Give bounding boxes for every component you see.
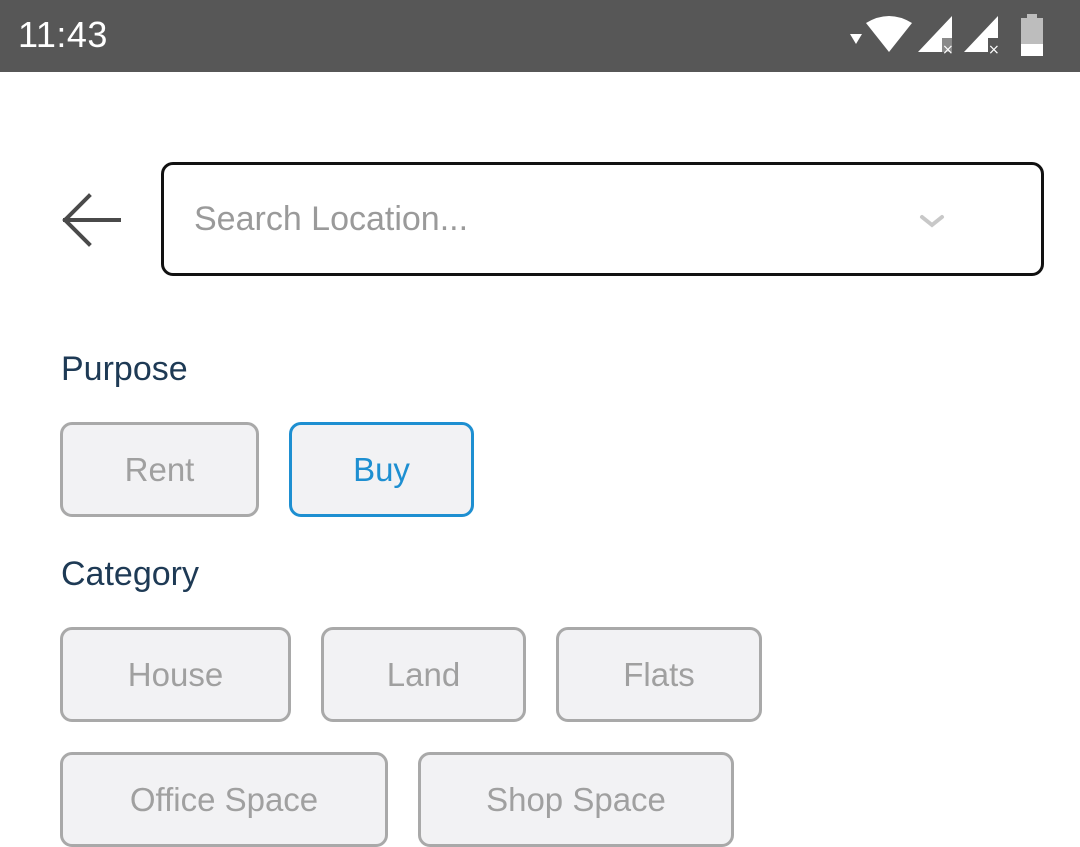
chip-label: Land [386, 655, 461, 693]
chip-label: Office Space [129, 780, 319, 818]
back-button[interactable] [52, 180, 132, 260]
battery-icon [1021, 14, 1043, 56]
signal-icon: × [918, 16, 954, 54]
chip-label: House [127, 655, 224, 693]
chip-label: Rent [124, 450, 195, 488]
purpose-heading: Purpose [61, 350, 188, 388]
search-location-box[interactable] [161, 162, 1044, 276]
status-bar: 11:43 × × [0, 0, 1080, 72]
signal-icon: × [964, 16, 1000, 54]
category-option-flats[interactable]: Flats [556, 627, 762, 722]
purpose-option-rent[interactable]: Rent [60, 422, 259, 517]
arrow-left-icon [62, 193, 121, 247]
category-option-shop-space[interactable]: Shop Space [418, 752, 734, 847]
chip-label: Buy [353, 450, 410, 488]
category-heading: Category [61, 555, 199, 593]
chevron-down-icon[interactable] [918, 211, 946, 231]
wifi-icon [866, 16, 912, 52]
svg-text:×: × [942, 42, 954, 54]
purpose-option-buy[interactable]: Buy [289, 422, 474, 517]
category-option-house[interactable]: House [60, 627, 291, 722]
category-option-land[interactable]: Land [321, 627, 526, 722]
svg-text:×: × [988, 42, 1000, 54]
data-arrow-icon [850, 34, 862, 44]
chip-label: Flats [623, 655, 695, 693]
chip-label: Shop Space [486, 780, 666, 818]
status-time: 11:43 [18, 14, 108, 55]
search-location-input[interactable] [194, 191, 894, 247]
category-option-office-space[interactable]: Office Space [60, 752, 388, 847]
